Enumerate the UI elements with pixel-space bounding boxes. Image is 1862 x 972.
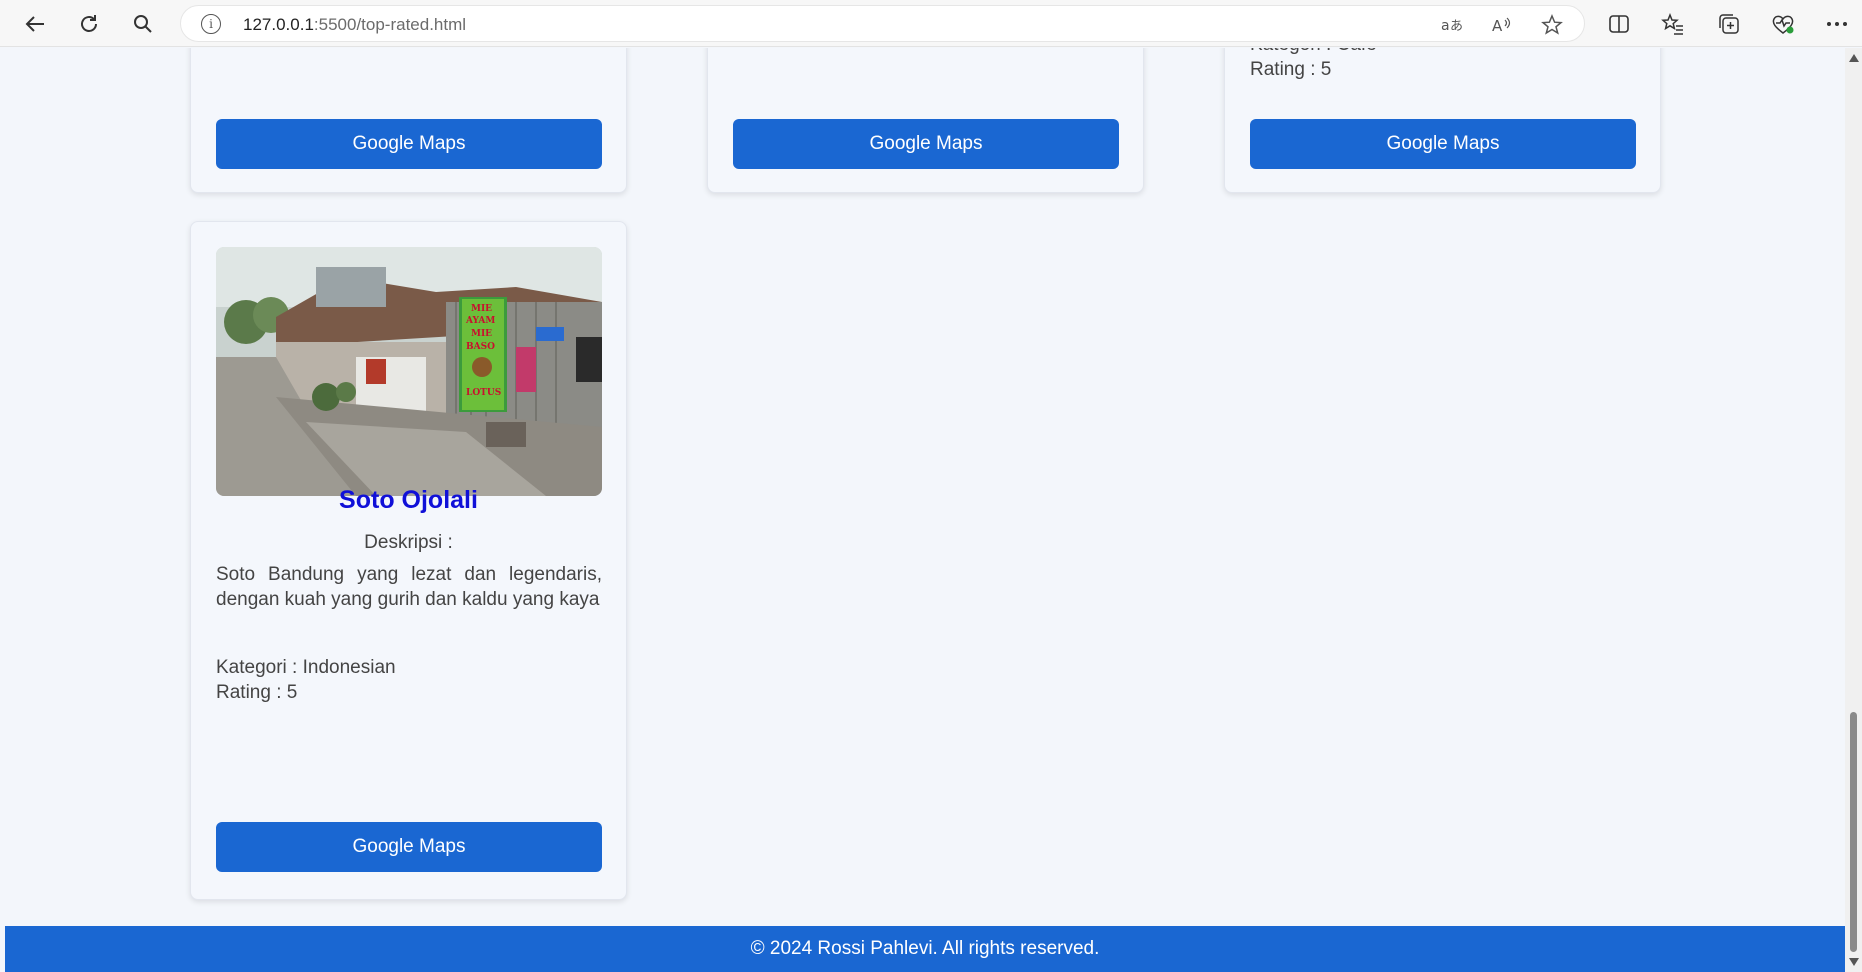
translate-icon[interactable]: aあ	[1438, 11, 1466, 39]
card-category: Kategori : Indonesian	[216, 657, 396, 678]
svg-text:MIE: MIE	[471, 304, 492, 314]
split-screen-icon[interactable]	[1603, 8, 1635, 40]
restaurant-card: Google Maps	[190, 48, 627, 193]
refresh-icon[interactable]	[73, 8, 105, 40]
scroll-up-arrow-icon[interactable]	[1849, 54, 1859, 62]
info-icon[interactable]: i	[201, 14, 221, 34]
svg-text:MIE: MIE	[471, 329, 492, 339]
favorite-star-icon[interactable]	[1538, 11, 1566, 39]
google-maps-button[interactable]: Google Maps	[216, 119, 602, 169]
address-bar[interactable]: i 127.0.0.1:5500/top-rated.html aあ A	[180, 5, 1585, 42]
description-label: Deskripsi :	[364, 532, 453, 553]
footer-copyright: © 2024 Rossi Pahlevi. All rights reserve…	[750, 938, 1100, 959]
back-arrow-icon[interactable]	[19, 8, 51, 40]
restaurant-card: MIE AYAM MIE BASO LOTUS Soto Ojolali Des…	[190, 221, 627, 900]
browser-toolbar: i 127.0.0.1:5500/top-rated.html aあ A	[0, 0, 1862, 47]
collections-icon[interactable]	[1713, 8, 1745, 40]
google-maps-button[interactable]: Google Maps	[1250, 119, 1636, 169]
card-category: Kategori : Cafe	[1250, 48, 1377, 56]
google-maps-button[interactable]: Google Maps	[216, 822, 602, 872]
scroll-down-arrow-icon[interactable]	[1849, 958, 1859, 966]
svg-text:LOTUS: LOTUS	[466, 388, 501, 398]
read-aloud-icon[interactable]: A	[1488, 11, 1516, 39]
restaurant-photo: MIE AYAM MIE BASO LOTUS	[216, 247, 602, 496]
scrollbar-thumb[interactable]	[1850, 712, 1857, 952]
favorites-icon[interactable]	[1657, 8, 1689, 40]
page-footer: © 2024 Rossi Pahlevi. All rights reserve…	[5, 926, 1845, 972]
card-rating: Rating : 5	[216, 682, 298, 703]
card-title: Soto Ojolali	[339, 486, 478, 514]
svg-text:AYAM: AYAM	[465, 316, 495, 326]
card-rating: Rating : 5	[1250, 59, 1332, 80]
svg-text:BASO: BASO	[466, 342, 495, 352]
svg-text:あ: あ	[1450, 19, 1463, 34]
more-icon[interactable]	[1821, 8, 1853, 40]
google-maps-button[interactable]: Google Maps	[733, 119, 1119, 169]
svg-text:a: a	[1441, 18, 1450, 34]
svg-text:A: A	[1492, 17, 1503, 34]
description-text: Soto Bandung yang lezat dan legendaris, …	[216, 564, 602, 610]
browser-essentials-icon[interactable]	[1767, 8, 1799, 40]
page-viewport: Google Maps Google Maps Kategori : Cafe …	[5, 48, 1845, 972]
search-icon[interactable]	[127, 8, 159, 40]
page-scrollbar[interactable]	[1845, 48, 1862, 972]
restaurant-card: Google Maps	[707, 48, 1144, 193]
restaurant-card: Kategori : Cafe Rating : 5 Google Maps	[1224, 48, 1661, 193]
url-text[interactable]: 127.0.0.1:5500/top-rated.html	[243, 15, 466, 35]
